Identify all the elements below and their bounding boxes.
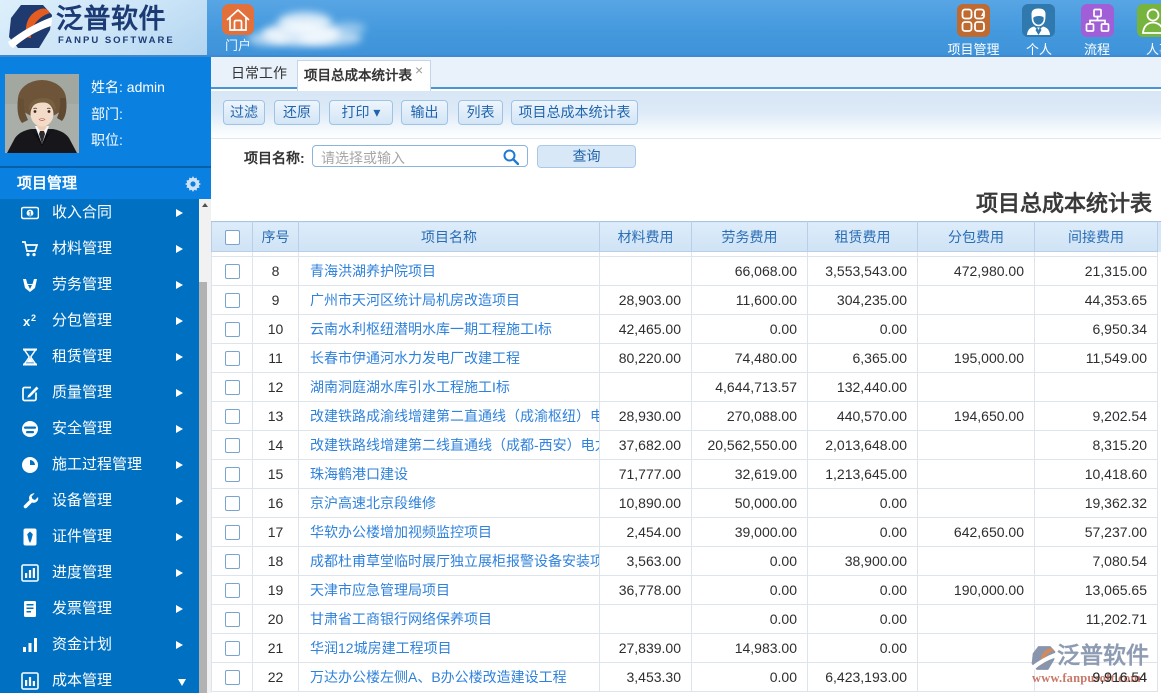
svg-text:2: 2 — [31, 313, 36, 323]
svg-text:1: 1 — [28, 210, 32, 217]
svg-text:x: x — [23, 314, 31, 329]
